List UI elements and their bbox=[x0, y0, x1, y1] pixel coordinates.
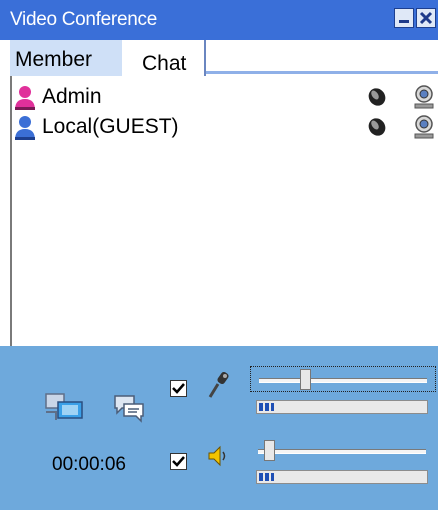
tab-underline bbox=[206, 71, 438, 74]
user-avatar-icon bbox=[15, 116, 35, 140]
member-list[interactable]: Admin Local(GUEST) bbox=[10, 76, 438, 346]
mic-level-meter bbox=[256, 400, 428, 414]
volume-icon bbox=[208, 445, 226, 467]
speaker-level-meter bbox=[256, 470, 428, 484]
webcam-icon[interactable] bbox=[412, 115, 436, 139]
user-avatar-icon bbox=[15, 86, 35, 110]
microphone-icon bbox=[208, 371, 229, 398]
video-call-icon[interactable] bbox=[42, 390, 86, 424]
level-fill bbox=[259, 403, 274, 411]
speaker-icon[interactable] bbox=[366, 86, 388, 108]
video-conference-window: Video Conference Member Chat Admin Local… bbox=[0, 0, 438, 510]
minimize-button[interactable] bbox=[394, 8, 414, 28]
window-title: Video Conference bbox=[10, 9, 157, 30]
slider-thumb[interactable] bbox=[300, 369, 311, 390]
speaker-volume-slider[interactable] bbox=[250, 438, 436, 464]
title-bar[interactable]: Video Conference bbox=[0, 0, 438, 41]
member-row-local-guest[interactable]: Local(GUEST) bbox=[12, 114, 438, 142]
webcam-icon[interactable] bbox=[412, 85, 436, 109]
checkmark-icon bbox=[172, 456, 185, 467]
slider-thumb[interactable] bbox=[264, 440, 275, 461]
elapsed-time: 00:00:06 bbox=[52, 454, 126, 475]
checkmark-icon bbox=[172, 383, 185, 394]
tab-member[interactable]: Member bbox=[10, 40, 122, 76]
chat-bubble-icon[interactable] bbox=[112, 393, 146, 423]
close-button[interactable] bbox=[416, 8, 436, 28]
member-name: Admin bbox=[42, 85, 102, 108]
mic-enable-checkbox[interactable] bbox=[170, 380, 187, 397]
member-row-admin[interactable]: Admin bbox=[12, 84, 438, 112]
slider-track bbox=[259, 378, 427, 383]
mic-volume-slider[interactable] bbox=[250, 366, 436, 392]
speaker-icon[interactable] bbox=[366, 116, 388, 138]
member-name: Local(GUEST) bbox=[42, 115, 179, 138]
speaker-enable-checkbox[interactable] bbox=[170, 453, 187, 470]
tab-chat[interactable]: Chat bbox=[122, 40, 206, 76]
slider-track bbox=[258, 449, 426, 454]
control-panel: 00:00:06 bbox=[0, 346, 438, 510]
close-icon bbox=[419, 11, 433, 25]
level-fill bbox=[259, 473, 274, 481]
